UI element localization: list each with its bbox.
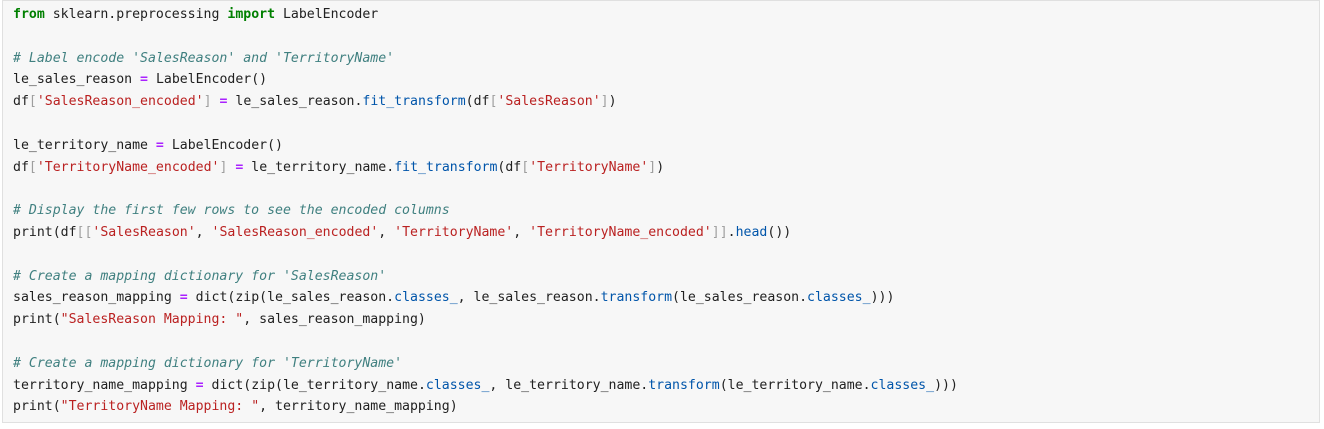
code-token: (df: [497, 159, 522, 175]
code-token: import: [227, 7, 276, 22]
code-token: ,: [378, 224, 395, 240]
code-token: , sales_reason_mapping): [243, 312, 426, 328]
code-line: df['SalesReason_encoded'] = le_sales_rea…: [13, 91, 958, 113]
code-token: sales_reason_mapping: [13, 290, 180, 306]
code-token: ): [656, 159, 665, 175]
code-token: # Display the first few rows to see the …: [13, 203, 450, 219]
code-token: fit_transform: [394, 159, 498, 175]
code-token: "TerritoryName Mapping: ": [60, 399, 260, 415]
code-token: [: [521, 159, 530, 175]
code-token: le_territory_name: [13, 137, 156, 153]
code-token: [: [28, 159, 37, 175]
code-token: , le_territory_name.: [489, 377, 649, 393]
code-line: ​: [13, 178, 958, 200]
code-token: # Create a mapping dictionary for 'Terri…: [13, 355, 403, 371]
code-token: ): [608, 94, 617, 110]
code-token: .: [727, 224, 736, 240]
code-token: ]]: [711, 224, 728, 240]
code-cell[interactable]: from sklearn.preprocessing import LabelE…: [2, 0, 1320, 423]
code-token: =: [155, 137, 164, 153]
code-line: print(df[['SalesReason', 'SalesReason_en…: [13, 222, 958, 244]
code-token: ,: [195, 224, 212, 240]
code-token: classes_: [870, 377, 935, 393]
code-line: # Create a mapping dictionary for 'Sales…: [13, 266, 958, 288]
code-token: 'SalesReason_encoded': [36, 94, 204, 110]
code-token: sklearn.preprocessing: [44, 7, 228, 22]
code-token: classes_: [425, 377, 490, 393]
code-token: ,: [513, 224, 530, 240]
code-line: print("SalesReason Mapping: ", sales_rea…: [13, 309, 958, 331]
code-line: territory_name_mapping = dict(zip(le_ter…: [13, 375, 958, 397]
code-token: ]: [600, 94, 609, 110]
code-token: [[: [76, 224, 93, 240]
code-token: print(df: [13, 224, 77, 240]
code-token: [: [28, 94, 37, 110]
code-token: , territory_name_mapping): [259, 399, 458, 415]
code-token: =: [140, 72, 148, 88]
code-line: le_sales_reason = LabelEncoder(): [13, 69, 958, 91]
code-token: le_sales_reason: [13, 72, 141, 88]
code-token: dict(zip(le_territory_name.: [203, 377, 426, 393]
code-token: classes_: [394, 290, 458, 306]
code-line: # Create a mapping dictionary for 'Terri…: [13, 353, 958, 375]
code-line: df['TerritoryName_encoded'] = le_territo…: [13, 157, 958, 179]
code-token: print(: [13, 312, 61, 328]
code-token: fit_transform: [362, 94, 466, 110]
code-token: df: [13, 159, 29, 175]
code-token: 'TerritoryName': [529, 159, 649, 175]
code-line: sales_reason_mapping = dict(zip(le_sales…: [13, 287, 958, 309]
code-token: ))): [934, 377, 958, 393]
code-token: LabelEncoder: [275, 7, 379, 22]
code-token: # Label encode 'SalesReason' and 'Territ…: [13, 50, 395, 66]
code-token: transform: [600, 290, 673, 306]
code-token: classes_: [807, 290, 871, 306]
code-token: 'TerritoryName_encoded': [36, 159, 220, 175]
code-token: le_territory_name.: [243, 159, 395, 175]
code-line: ​: [13, 113, 958, 135]
code-token: (le_territory_name.: [719, 377, 871, 393]
code-line: # Display the first few rows to see the …: [13, 200, 958, 222]
code-token: ]: [203, 94, 212, 110]
code-token: transform: [648, 377, 720, 393]
code-line: ​: [13, 331, 958, 353]
code-token: (le_sales_reason.: [672, 290, 808, 306]
code-token: df: [13, 94, 29, 110]
code-token: from: [13, 7, 45, 22]
code-token: # Create a mapping dictionary for 'Sales…: [13, 268, 387, 284]
code-token: le_sales_reason.: [227, 94, 363, 110]
code-line: print("TerritoryName Mapping: ", territo…: [13, 396, 958, 418]
code-line: le_territory_name = LabelEncoder(): [13, 135, 958, 157]
code-token: "SalesReason Mapping: ": [60, 312, 244, 328]
code-token: 'SalesReason': [92, 224, 196, 240]
code-line: # Label encode 'SalesReason' and 'Territ…: [13, 48, 958, 70]
code-token: LabelEncoder(): [163, 137, 283, 153]
code-token: , le_sales_reason.: [457, 290, 601, 306]
code-token: head: [735, 224, 768, 240]
code-editor[interactable]: from sklearn.preprocessing import LabelE…: [13, 4, 958, 418]
code-token: 'SalesReason': [497, 94, 601, 110]
code-token: (df: [465, 94, 490, 110]
code-token: ()): [767, 224, 792, 240]
code-token: =: [195, 377, 204, 393]
code-token: territory_name_mapping: [13, 377, 196, 393]
code-token: 'TerritoryName': [394, 224, 514, 240]
code-token: LabelEncoder(): [148, 72, 268, 88]
code-line: ​: [13, 26, 958, 48]
code-token: =: [179, 290, 188, 306]
code-line: ​: [13, 244, 958, 266]
code-token: ))): [870, 290, 895, 306]
code-token: 'SalesReason_encoded': [211, 224, 379, 240]
code-token: 'TerritoryName_encoded': [529, 224, 712, 240]
code-token: print(: [13, 399, 61, 415]
code-line: from sklearn.preprocessing import LabelE…: [13, 4, 958, 26]
code-token: dict(zip(le_sales_reason.: [187, 290, 395, 306]
